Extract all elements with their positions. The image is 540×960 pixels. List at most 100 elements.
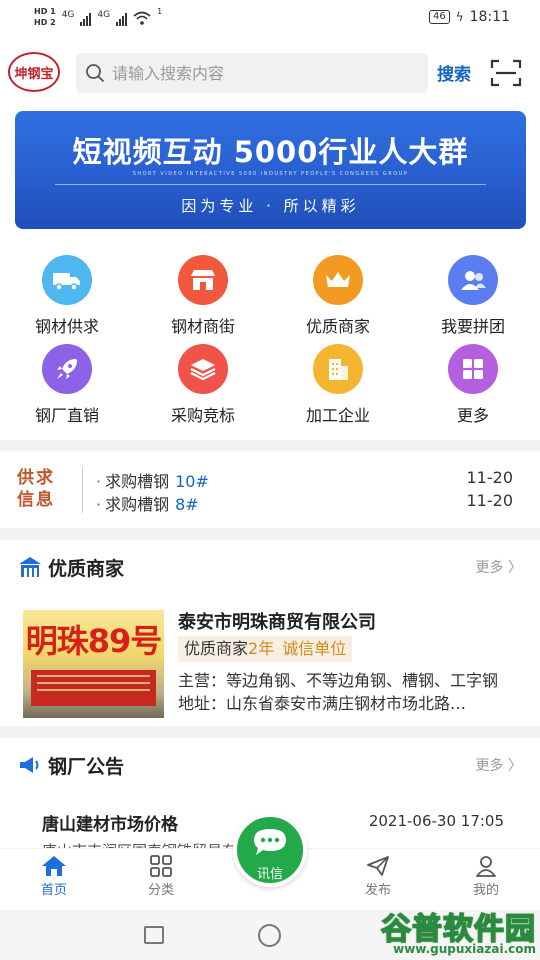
- nav-publish[interactable]: 发布: [338, 855, 418, 898]
- megaphone-icon: [20, 757, 39, 773]
- merchant-tag-credit: 诚信单位: [282, 639, 347, 658]
- wifi-badge: 1: [157, 7, 163, 16]
- building-icon: [313, 344, 363, 394]
- merchant-image[interactable]: 明珠89号: [23, 610, 164, 718]
- grid-label: 钢厂直销: [34, 406, 99, 425]
- recent-apps-button[interactable]: [144, 926, 164, 944]
- grid-item-group-buy[interactable]: 我要拼团: [418, 255, 528, 345]
- scan-icon[interactable]: [490, 59, 522, 87]
- nav-mine-label: 我的: [472, 883, 499, 898]
- supply-item-text: 求购槽钢: [105, 495, 170, 514]
- watermark-url: www.gupuxiazai.com: [393, 942, 536, 956]
- layers-icon: [178, 344, 228, 394]
- nav-home-label: 首页: [40, 883, 67, 898]
- merchant-tag-type: 优质商家: [184, 639, 249, 658]
- watermark-logo: 谷普软件园 www.gupuxiazai.com: [364, 902, 540, 960]
- user-icon: [476, 856, 496, 877]
- grid-label: 钢材供求: [34, 317, 99, 336]
- fab-label: 讯信: [256, 867, 283, 882]
- merchant-address: 地址：山东省泰安市满庄钢材市场北路…: [178, 694, 467, 713]
- merchants-title: 优质商家: [48, 558, 125, 580]
- storefront-icon: [178, 255, 228, 305]
- status-bar: HD 1 HD 2 4G 4G 1 46 ϟ 18:11: [0, 0, 540, 40]
- chevron-right-icon: 〉: [508, 560, 522, 576]
- supply-item-code: 8#: [175, 495, 199, 514]
- signal-icon: [80, 10, 92, 26]
- home-icon: [42, 856, 66, 876]
- nav-mine[interactable]: 我的: [446, 855, 526, 898]
- nav-category[interactable]: 分类: [121, 855, 201, 898]
- message-fab-button[interactable]: 讯信: [233, 813, 307, 887]
- hd-indicators: HD 1 HD 2: [34, 6, 56, 28]
- app-logo[interactable]: 坤钢宝: [8, 52, 60, 92]
- hd1-label: HD 1: [34, 7, 56, 16]
- supply-tag: 供求 信息: [17, 467, 73, 511]
- send-icon: [367, 856, 389, 876]
- grid-label: 加工企业: [305, 406, 370, 425]
- grid-label: 优质商家: [305, 317, 370, 336]
- search-input[interactable]: [112, 53, 412, 93]
- supply-item-date: 11-20: [466, 468, 514, 487]
- net2-label: 4G: [97, 10, 111, 20]
- banner-divider: [55, 184, 486, 185]
- status-left: HD 1 HD 2 4G 4G 1: [34, 6, 162, 28]
- grid-item-processing[interactable]: 加工企业: [283, 344, 393, 434]
- banner-section: 短视频互动 5000行业人大群 SHORT VIDEO INTERACTIVE …: [0, 106, 540, 240]
- merchants-header: 优质商家 更多 〉: [0, 540, 540, 592]
- supply-info-section: 供求 信息 · 求购槽钢 10# 11-20 · 求购槽钢 8# 11-20: [0, 451, 540, 528]
- store-icon: [19, 557, 41, 577]
- charging-icon: ϟ: [455, 10, 464, 24]
- status-right: 46 ϟ 18:11: [428, 9, 510, 25]
- grid-item-procurement-bidding[interactable]: 采购竞标: [148, 344, 258, 434]
- supply-divider: [82, 467, 83, 513]
- truck-icon: [42, 255, 92, 305]
- supply-item-text: 求购槽钢: [105, 472, 170, 491]
- banner-title: 短视频互动 5000行业人大群: [72, 135, 469, 169]
- nav-home[interactable]: 首页: [14, 855, 94, 898]
- merchant-name[interactable]: 泰安市明珠商贸有限公司: [178, 608, 376, 634]
- search-icon: [86, 64, 104, 82]
- banner-subtitle-en: SHORT VIDEO INTERACTIVE 5000 INDUSTRY PE…: [132, 171, 409, 177]
- notices-title: 钢厂公告: [48, 756, 125, 778]
- search-box[interactable]: [76, 53, 428, 93]
- supply-item[interactable]: · 求购槽钢 10# 11-20: [96, 468, 516, 492]
- merchants-more-link[interactable]: 更多 〉: [476, 557, 522, 577]
- grid-item-steel-street[interactable]: 钢材商街: [148, 255, 258, 345]
- grid-label: 更多: [456, 406, 489, 425]
- signal-icon-2: [116, 10, 128, 26]
- grid-item-steel-supply[interactable]: 钢材供求: [12, 255, 122, 345]
- grid-label: 我要拼团: [440, 317, 505, 336]
- grid-icon: [448, 344, 498, 394]
- nav-category-label: 分类: [147, 883, 174, 898]
- grid-item-quality-merchants[interactable]: 优质商家: [283, 255, 393, 345]
- crown-icon: [313, 255, 363, 305]
- grid-label: 采购竞标: [170, 406, 235, 425]
- group-icon: [448, 255, 498, 305]
- home-system-button[interactable]: [258, 924, 281, 947]
- bullet: ·: [96, 472, 102, 491]
- chat-bubble-icon: [254, 829, 286, 855]
- nav-publish-label: 发布: [364, 883, 391, 898]
- promo-banner[interactable]: 短视频互动 5000行业人大群 SHORT VIDEO INTERACTIVE …: [15, 111, 526, 229]
- search-button[interactable]: 搜索: [437, 60, 471, 85]
- merchant-tags: 优质商家2年 诚信单位: [178, 636, 353, 662]
- merchant-tag-years: 2年: [248, 639, 275, 658]
- merchant-image-text: 明珠89号: [25, 622, 163, 660]
- battery-icon: 46: [428, 10, 450, 24]
- supply-tag-line1: 供求: [17, 468, 55, 488]
- logo-text: 坤钢宝: [14, 66, 54, 82]
- app-header: 坤钢宝 搜索: [0, 40, 540, 106]
- notice-date: 2021-06-30 17:05: [368, 812, 504, 830]
- notices-header: 钢厂公告 更多 〉: [0, 738, 540, 790]
- grid-item-mill-direct[interactable]: 钢厂直销: [12, 344, 122, 434]
- chevron-right-icon: 〉: [508, 758, 522, 774]
- feature-grid: 钢材供求 钢材商街 优质商家 我要拼团 钢厂直销 采购竞标 加工企业 更多: [0, 240, 540, 440]
- grid-item-more[interactable]: 更多: [418, 344, 528, 434]
- hd2-label: HD 2: [34, 18, 56, 27]
- wifi-icon: [133, 11, 151, 25]
- bullet: ·: [96, 495, 102, 514]
- supply-item[interactable]: · 求购槽钢 8# 11-20: [96, 491, 516, 515]
- merchant-main-business: 主营：等边角钢、不等边角钢、槽钢、工字钢: [178, 671, 499, 690]
- notices-more-link[interactable]: 更多 〉: [476, 755, 522, 775]
- notice-title: 唐山建材市场价格: [42, 815, 178, 835]
